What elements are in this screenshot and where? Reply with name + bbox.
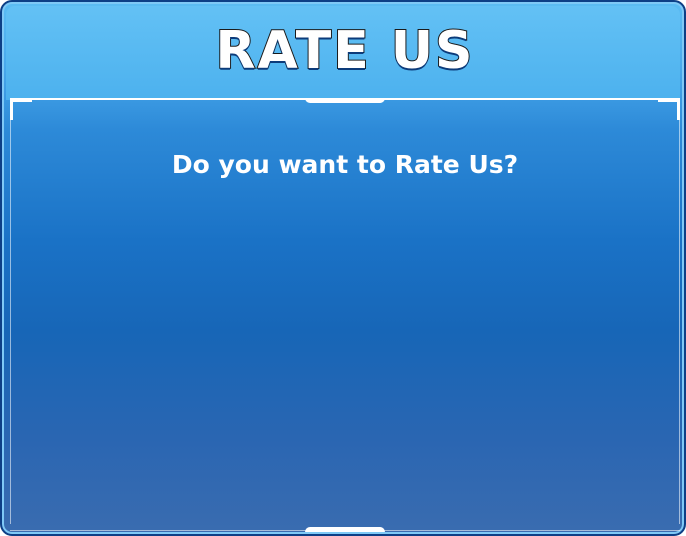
dialog-message: Do you want to Rate Us? xyxy=(171,150,519,179)
left-corner-bracket xyxy=(10,98,13,120)
bottom-notch-decoration xyxy=(305,527,385,532)
top-left-corner-decoration xyxy=(10,98,32,102)
top-notch-decoration xyxy=(305,98,385,103)
right-corner-bracket xyxy=(677,98,680,120)
dialog-title: RATE US xyxy=(214,20,475,82)
rate-us-dialog: RATE US Do you want to Rate Us? xyxy=(0,0,686,536)
